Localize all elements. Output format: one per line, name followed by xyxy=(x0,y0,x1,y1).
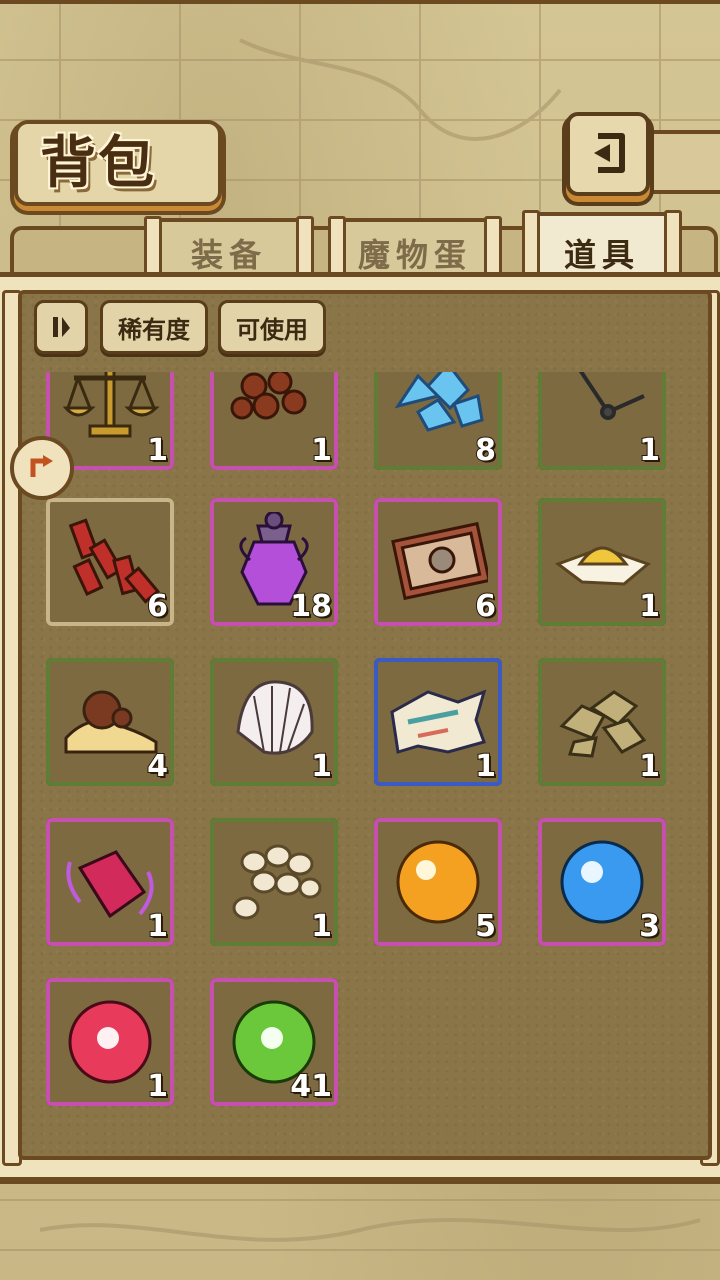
item-quantity: 1 xyxy=(310,748,333,785)
item-slot-firecrackers[interactable]: 6 xyxy=(46,498,174,626)
item-quantity: 41 xyxy=(289,1068,333,1105)
item-slot-brown-beads[interactable]: 1 xyxy=(210,372,338,470)
item-quantity: 1 xyxy=(146,1068,169,1105)
torn-map-icon xyxy=(390,689,487,754)
blue-orb-icon xyxy=(560,840,644,924)
brown-beads-icon xyxy=(230,372,307,420)
tab-items-label: 道具 xyxy=(563,236,640,274)
item-slot-blue-orb[interactable]: 3 xyxy=(538,818,666,946)
arrow-corner-icon xyxy=(30,455,53,477)
item-quantity: 1 xyxy=(638,588,661,625)
item-slot-green-orb[interactable]: 41 xyxy=(210,978,338,1106)
tab-equipment-label: 装备 xyxy=(190,236,267,274)
sand-dune-icon xyxy=(64,690,158,754)
ticket-icon xyxy=(391,521,488,601)
item-quantity: 3 xyxy=(638,908,661,945)
bottom-zigzag-border xyxy=(0,1178,720,1184)
item-quantity: 1 xyxy=(146,432,169,469)
red-orb-icon xyxy=(68,1000,152,1084)
item-slot-red-crystal[interactable]: 1 xyxy=(46,818,174,946)
item-slot-orange-orb[interactable]: 5 xyxy=(374,818,502,946)
item-slot-ticket[interactable]: 6 xyxy=(374,498,502,626)
item-slot-red-orb[interactable]: 1 xyxy=(46,978,174,1106)
side-scroll-button[interactable] xyxy=(10,436,74,500)
item-slot-shell[interactable]: 1 xyxy=(210,658,338,786)
sort-order-button[interactable] xyxy=(34,300,88,354)
top-zigzag-border xyxy=(0,0,720,4)
powder-pile-icon xyxy=(554,546,651,586)
item-slot-clock-hands[interactable]: 1 xyxy=(538,372,666,470)
page-title: 背包 xyxy=(40,131,156,196)
item-quantity: 4 xyxy=(146,748,169,785)
firecrackers-icon xyxy=(68,518,160,604)
item-slot-ice-crystals[interactable]: 8 xyxy=(374,372,502,470)
shell-icon xyxy=(236,680,314,755)
seeds-icon xyxy=(232,844,322,920)
item-grid[interactable]: 1 1 8 1 6 18 6 1 4 1 1 1 1 1 5 3 1 41 xyxy=(22,372,702,1150)
item-quantity: 1 xyxy=(638,432,661,469)
item-quantity: 1 xyxy=(474,748,497,785)
usable-filter-button[interactable]: 可使用 xyxy=(218,300,326,354)
item-slot-torn-map[interactable]: 1 xyxy=(374,658,502,786)
back-rail xyxy=(640,130,720,194)
scales-icon xyxy=(62,372,160,438)
orange-orb-icon xyxy=(396,840,480,924)
item-quantity: 1 xyxy=(146,908,169,945)
red-crystal-icon xyxy=(66,850,154,919)
back-arrow-icon xyxy=(594,133,625,173)
ice-crystals-icon xyxy=(394,372,484,432)
item-slot-rocks[interactable]: 1 xyxy=(538,658,666,786)
item-quantity: 1 xyxy=(310,908,333,945)
item-quantity: 5 xyxy=(474,908,497,945)
item-quantity: 8 xyxy=(474,432,497,469)
sort-toggle-icon xyxy=(53,317,70,337)
item-slot-powder-pile[interactable]: 1 xyxy=(538,498,666,626)
item-slot-sand-dune[interactable]: 4 xyxy=(46,658,174,786)
clock-hands-icon xyxy=(578,372,645,420)
item-quantity: 1 xyxy=(638,748,661,785)
rocks-icon xyxy=(559,690,647,758)
item-slot-purple-potion[interactable]: 18 xyxy=(210,498,338,626)
item-quantity: 18 xyxy=(289,588,333,625)
back-button[interactable] xyxy=(566,112,650,196)
rarity-filter-button[interactable]: 稀有度 xyxy=(100,300,208,354)
item-quantity: 1 xyxy=(310,432,333,469)
item-slot-seeds[interactable]: 1 xyxy=(210,818,338,946)
item-quantity: 6 xyxy=(146,588,169,625)
item-quantity: 6 xyxy=(474,588,497,625)
tab-monster-eggs-label: 魔物蛋 xyxy=(357,236,472,274)
